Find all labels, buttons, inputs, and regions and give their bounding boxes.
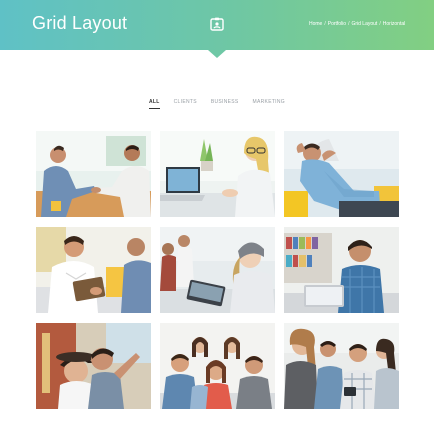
handshake-photo[interactable] <box>36 131 151 217</box>
group-friends-photo[interactable] <box>160 323 275 409</box>
page-header: Grid Layout Home / Portfolio / Grid Layo… <box>0 0 434 50</box>
filter-tabs: ALL CLIENTS BUSINESS MARKETING <box>0 99 434 109</box>
page-title: Grid Layout <box>32 13 128 33</box>
couple-selfie-photo[interactable] <box>36 323 151 409</box>
friends-with-phone-photo[interactable] <box>284 323 399 409</box>
filter-all[interactable]: ALL <box>149 99 160 109</box>
breadcrumb-home[interactable]: Home <box>309 21 322 27</box>
breadcrumb-separator: / <box>379 21 381 27</box>
relaxed-man-photo[interactable] <box>284 131 399 217</box>
breadcrumb-grid-layout[interactable]: Grid Layout <box>351 21 377 27</box>
breadcrumb-portfolio[interactable]: Portfolio <box>328 21 346 27</box>
header-pointer <box>208 50 226 58</box>
filter-marketing[interactable]: MARKETING <box>253 99 285 109</box>
office-team-photo[interactable] <box>160 227 275 313</box>
portfolio-grid <box>36 131 400 409</box>
breadcrumb-separator: / <box>348 21 350 27</box>
id-card-icon[interactable] <box>210 17 224 31</box>
breadcrumb-separator: / <box>324 21 326 27</box>
filter-business[interactable]: BUSINESS <box>211 99 239 109</box>
breadcrumb: Home / Portfolio / Grid Layout / Horizon… <box>309 21 405 27</box>
breadcrumb-current: Horizontal <box>382 21 406 27</box>
man-on-laptop-photo[interactable] <box>284 227 399 313</box>
man-with-tablet-photo[interactable] <box>36 227 151 313</box>
woman-at-laptop-photo[interactable] <box>160 131 275 217</box>
filter-clients[interactable]: CLIENTS <box>174 99 197 109</box>
